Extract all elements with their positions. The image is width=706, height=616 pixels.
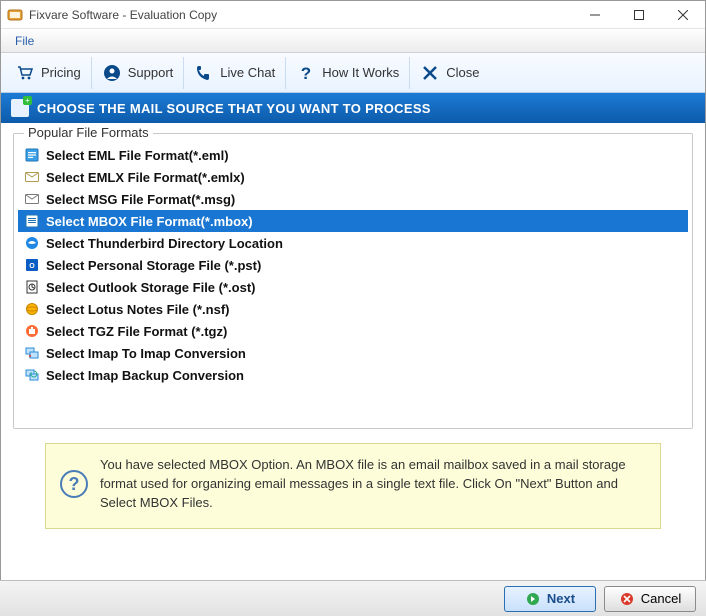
close-window-button[interactable]: [661, 1, 705, 28]
maximize-button[interactable]: [617, 1, 661, 28]
toolbar-support-label: Support: [128, 65, 174, 80]
format-item-label: Select Personal Storage File (*.pst): [46, 258, 261, 273]
imap-backup-icon: [24, 367, 40, 383]
eml-icon: [24, 147, 40, 163]
format-item-tgz[interactable]: Select TGZ File Format (*.tgz): [18, 320, 688, 342]
svg-text:O: O: [29, 263, 35, 270]
format-item-nsf[interactable]: Select Lotus Notes File (*.nsf): [18, 298, 688, 320]
cart-icon: [15, 63, 35, 83]
toolbar-live-chat-label: Live Chat: [220, 65, 275, 80]
tgz-icon: [24, 323, 40, 339]
toolbar-how-it-works-label: How It Works: [322, 65, 399, 80]
toolbar-how-it-works[interactable]: ? How It Works: [286, 57, 410, 89]
footer: Next Cancel: [0, 580, 706, 616]
info-text: You have selected MBOX Option. An MBOX f…: [100, 456, 646, 516]
section-header: CHOOSE THE MAIL SOURCE THAT YOU WANT TO …: [1, 93, 705, 123]
toolbar-pricing[interactable]: Pricing: [5, 57, 92, 89]
mbox-icon: [24, 213, 40, 229]
phone-icon: [194, 63, 214, 83]
format-item-emlx[interactable]: Select EMLX File Format(*.emlx): [18, 166, 688, 188]
app-icon: [7, 7, 23, 23]
format-item-ost[interactable]: Select Outlook Storage File (*.ost): [18, 276, 688, 298]
pst-icon: O: [24, 257, 40, 273]
format-item-label: Select EML File Format(*.eml): [46, 148, 229, 163]
menu-file[interactable]: File: [9, 32, 40, 50]
format-item-label: Select Imap To Imap Conversion: [46, 346, 246, 361]
format-item-msg[interactable]: Select MSG File Format(*.msg): [18, 188, 688, 210]
format-item-label: Select MSG File Format(*.msg): [46, 192, 235, 207]
format-item-pst[interactable]: O Select Personal Storage File (*.pst): [18, 254, 688, 276]
title-bar: Fixvare Software - Evaluation Copy: [1, 1, 705, 29]
toolbar-close-label: Close: [446, 65, 479, 80]
minimize-button[interactable]: [573, 1, 617, 28]
next-button-label: Next: [547, 591, 575, 606]
section-header-text: CHOOSE THE MAIL SOURCE THAT YOU WANT TO …: [37, 101, 431, 116]
formats-group-title: Popular File Formats: [24, 125, 153, 140]
close-icon: [420, 63, 440, 83]
toolbar-pricing-label: Pricing: [41, 65, 81, 80]
info-icon: ?: [60, 470, 88, 498]
next-button[interactable]: Next: [504, 586, 596, 612]
format-item-imap[interactable]: Select Imap To Imap Conversion: [18, 342, 688, 364]
svg-text:?: ?: [301, 64, 311, 83]
toolbar-live-chat[interactable]: Live Chat: [184, 57, 286, 89]
question-icon: ?: [296, 63, 316, 83]
format-item-label: Select EMLX File Format(*.emlx): [46, 170, 245, 185]
format-item-label: Select MBOX File Format(*.mbox): [46, 214, 253, 229]
format-item-label: Select TGZ File Format (*.tgz): [46, 324, 227, 339]
cancel-button-label: Cancel: [641, 591, 681, 606]
imap-icon: [24, 345, 40, 361]
format-list: Select EML File Format(*.eml) Select EMLX…: [18, 144, 688, 386]
format-item-label: Select Lotus Notes File (*.nsf): [46, 302, 229, 317]
document-plus-icon: [11, 99, 29, 117]
format-item-label: Select Imap Backup Conversion: [46, 368, 244, 383]
window-title: Fixvare Software - Evaluation Copy: [29, 8, 573, 22]
menu-bar: File: [1, 29, 705, 53]
msg-icon: [24, 191, 40, 207]
next-arrow-icon: [525, 591, 541, 607]
thunderbird-icon: [24, 235, 40, 251]
cancel-button[interactable]: Cancel: [604, 586, 696, 612]
format-item-thunderbird[interactable]: Select Thunderbird Directory Location: [18, 232, 688, 254]
window-controls: [573, 1, 705, 28]
emlx-icon: [24, 169, 40, 185]
format-item-imap-backup[interactable]: Select Imap Backup Conversion: [18, 364, 688, 386]
info-box: ? You have selected MBOX Option. An MBOX…: [45, 443, 661, 529]
format-item-mbox[interactable]: Select MBOX File Format(*.mbox): [18, 210, 688, 232]
toolbar-close[interactable]: Close: [410, 57, 489, 89]
nsf-icon: [24, 301, 40, 317]
formats-group: Popular File Formats Select EML File For…: [13, 133, 693, 429]
ost-icon: [24, 279, 40, 295]
cancel-x-icon: [619, 591, 635, 607]
format-item-label: Select Outlook Storage File (*.ost): [46, 280, 255, 295]
toolbar: Pricing Support Live Chat ? How It Works…: [1, 53, 705, 93]
format-item-label: Select Thunderbird Directory Location: [46, 236, 283, 251]
content-area: Popular File Formats Select EML File For…: [1, 123, 705, 529]
toolbar-support[interactable]: Support: [92, 57, 185, 89]
support-icon: [102, 63, 122, 83]
format-item-eml[interactable]: Select EML File Format(*.eml): [18, 144, 688, 166]
